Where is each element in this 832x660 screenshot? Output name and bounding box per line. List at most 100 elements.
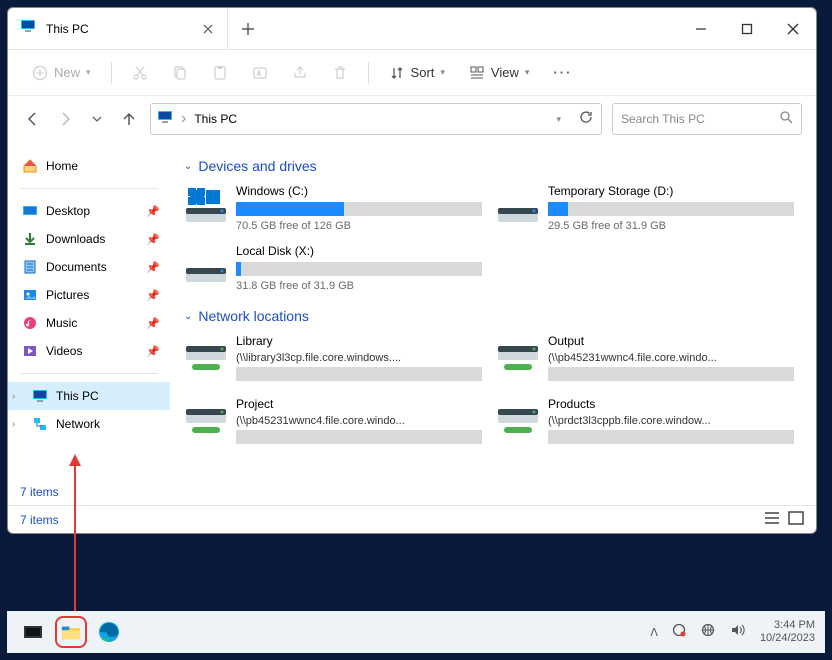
chevron-down-icon: ⌄: [184, 161, 192, 172]
drive-free-text: 31.8 GB free of 31.9 GB: [236, 280, 482, 292]
group-network[interactable]: ⌄Network locations: [184, 308, 802, 324]
share-icon: [292, 65, 308, 81]
search-icon: [780, 111, 793, 127]
tray-chevron-icon[interactable]: ᐱ: [650, 626, 658, 639]
drive-icon: [184, 244, 228, 288]
new-button[interactable]: New ▾: [24, 61, 99, 85]
trash-icon: [332, 65, 348, 81]
new-tab-button[interactable]: [228, 8, 268, 49]
forward-button[interactable]: [54, 108, 76, 130]
sidebar-item-downloads[interactable]: Downloads📌: [8, 225, 170, 253]
delete-button[interactable]: [324, 61, 356, 85]
sidebar-item-videos[interactable]: Videos📌: [8, 337, 170, 365]
usage-bar: [548, 430, 794, 444]
chevron-right-icon[interactable]: ›: [181, 110, 186, 128]
drive-name: Temporary Storage (D:): [548, 184, 794, 198]
chevron-down-icon[interactable]: ▾: [556, 114, 561, 125]
taskbar: ᐱ 3:44 PM 10/24/2023: [7, 611, 825, 653]
cut-button[interactable]: [124, 61, 156, 85]
refresh-button[interactable]: [579, 110, 595, 129]
minimize-button[interactable]: [678, 8, 724, 49]
sidebar-item-network[interactable]: ›Network: [8, 410, 170, 438]
sidebar-item-desktop[interactable]: Desktop📌: [8, 197, 170, 225]
sort-button[interactable]: Sort ▾: [381, 61, 453, 85]
taskbar-explorer[interactable]: [55, 616, 87, 648]
sidebar-item-this-pc[interactable]: ›This PC: [8, 382, 170, 410]
icons-view-button[interactable]: [788, 511, 804, 528]
copy-icon: [172, 65, 188, 81]
taskbar-edge[interactable]: [93, 616, 125, 648]
details-view-button[interactable]: [764, 511, 780, 528]
chevron-right-icon[interactable]: ›: [12, 419, 15, 430]
rename-icon: A: [252, 65, 268, 81]
back-button[interactable]: [22, 108, 44, 130]
home-icon: [22, 158, 38, 174]
videos-icon: [22, 343, 38, 359]
content-area: ⌄Devices and drives Windows (C:) 70.5 GB…: [170, 142, 816, 505]
network-icon: [32, 416, 48, 432]
network-drive-icon: [496, 397, 540, 441]
view-button[interactable]: View ▾: [461, 61, 537, 85]
window-controls: [678, 8, 816, 49]
chevron-right-icon[interactable]: ›: [12, 391, 15, 402]
network-location-item[interactable]: Library (\\library3l3cp.file.core.window…: [184, 334, 482, 385]
recent-button[interactable]: [86, 108, 108, 130]
usage-bar: [236, 430, 482, 444]
plus-circle-icon: [32, 65, 48, 81]
drive-item[interactable]: Local Disk (X:) 31.8 GB free of 31.9 GB: [184, 244, 482, 292]
close-tab-icon[interactable]: [201, 22, 215, 36]
tray-network-icon[interactable]: [700, 623, 716, 642]
drive-item[interactable]: Windows (C:) 70.5 GB free of 126 GB: [184, 184, 482, 232]
download-icon: [22, 231, 38, 247]
network-location-path: (\\pb45231wwnc4.file.core.windo...: [236, 415, 482, 427]
network-location-item[interactable]: Products (\\prdct3l3cppb.file.core.windo…: [496, 397, 794, 448]
network-drive-icon: [184, 397, 228, 441]
chevron-down-icon: ▾: [86, 67, 91, 78]
paste-button[interactable]: [204, 61, 236, 85]
view-icon: [469, 65, 485, 81]
pin-icon: 📌: [146, 317, 160, 330]
monitor-icon: [20, 18, 36, 39]
address-bar[interactable]: › This PC ▾: [150, 103, 602, 135]
sidebar-item-home[interactable]: Home: [8, 152, 170, 180]
tab-this-pc[interactable]: This PC: [8, 8, 228, 49]
maximize-button[interactable]: [724, 8, 770, 49]
chevron-down-icon: ▾: [525, 67, 530, 78]
drive-icon: [496, 184, 540, 228]
network-location-item[interactable]: Project (\\pb45231wwnc4.file.core.windo.…: [184, 397, 482, 448]
usage-bar: [236, 202, 482, 216]
taskbar-clock[interactable]: 3:44 PM 10/24/2023: [760, 619, 815, 645]
group-devices[interactable]: ⌄Devices and drives: [184, 158, 802, 174]
more-icon: ···: [553, 65, 572, 80]
drive-free-text: 70.5 GB free of 126 GB: [236, 220, 482, 232]
sidebar-item-documents[interactable]: Documents📌: [8, 253, 170, 281]
taskbar-start[interactable]: [17, 616, 49, 648]
status-text: 7 items: [20, 513, 59, 527]
network-location-item[interactable]: Output (\\pb45231wwnc4.file.core.windo..…: [496, 334, 794, 385]
network-location-name: Project: [236, 397, 482, 411]
copy-button[interactable]: [164, 61, 196, 85]
close-button[interactable]: [770, 8, 816, 49]
network-drive-icon: [496, 334, 540, 378]
address-segment[interactable]: This PC: [194, 112, 237, 126]
title-bar: This PC: [8, 8, 816, 50]
desktop-icon: [22, 203, 38, 219]
music-icon: [22, 315, 38, 331]
more-button[interactable]: ···: [545, 61, 580, 84]
drive-item[interactable]: Temporary Storage (D:) 29.5 GB free of 3…: [496, 184, 794, 232]
drive-name: Local Disk (X:): [236, 244, 482, 258]
rename-button[interactable]: A: [244, 61, 276, 85]
share-button[interactable]: [284, 61, 316, 85]
up-button[interactable]: [118, 108, 140, 130]
network-location-name: Library: [236, 334, 482, 348]
tray-volume-icon[interactable]: [730, 623, 746, 642]
sidebar-item-music[interactable]: Music📌: [8, 309, 170, 337]
tray-sync-icon[interactable]: [672, 623, 686, 642]
svg-text:A: A: [256, 70, 261, 77]
sidebar-item-pictures[interactable]: Pictures📌: [8, 281, 170, 309]
search-box[interactable]: Search This PC: [612, 103, 802, 135]
command-bar: New ▾ A Sort ▾ View ▾ ···: [8, 50, 816, 96]
usage-bar: [548, 367, 794, 381]
pin-icon: 📌: [146, 345, 160, 358]
cut-icon: [132, 65, 148, 81]
